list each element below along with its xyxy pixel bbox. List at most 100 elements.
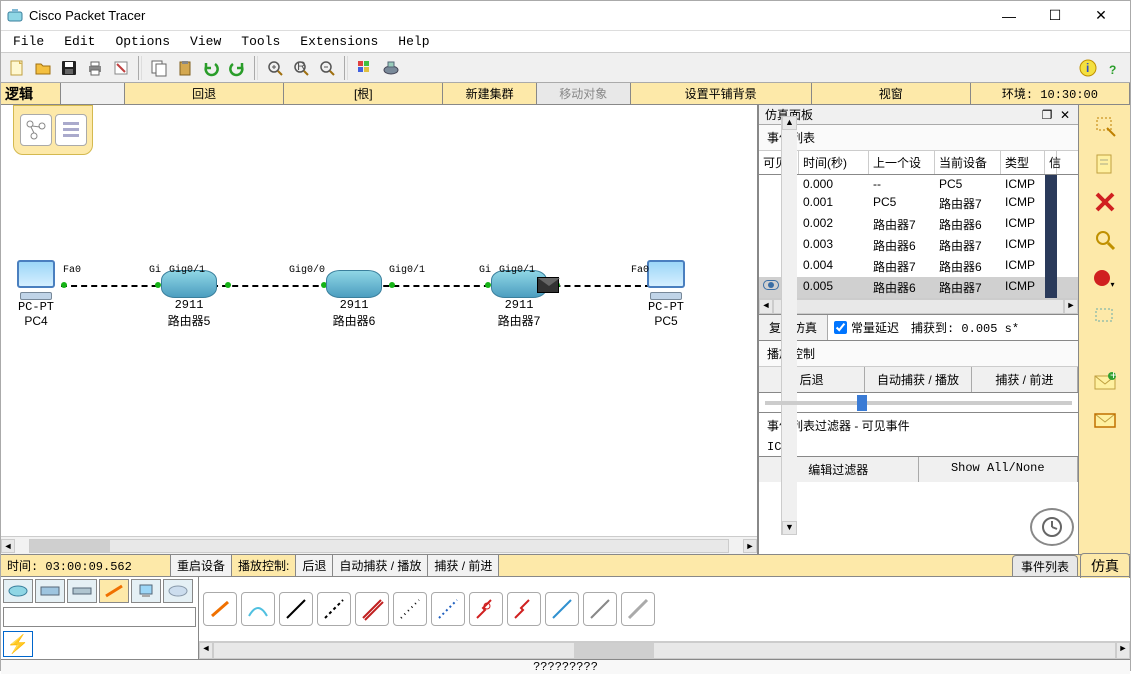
conn-iot-icon[interactable] bbox=[583, 592, 617, 626]
menu-view[interactable]: View bbox=[182, 32, 229, 51]
workspace-canvas[interactable]: PC-PT PC4 Fa0 2911 路由器5 Gi Gig0/1 2911 路… bbox=[1, 105, 757, 536]
resize-tool-icon[interactable]: ▾ bbox=[1087, 263, 1123, 293]
zoom-reset-icon[interactable]: R bbox=[289, 56, 313, 80]
paste-icon[interactable] bbox=[173, 56, 197, 80]
device-palette: ⚡ ◄ ► ????????? bbox=[1, 576, 1130, 670]
add-complex-pdu-icon[interactable] bbox=[1087, 405, 1123, 435]
conn-serial-dte-icon[interactable] bbox=[507, 592, 541, 626]
cat-wan-icon[interactable] bbox=[163, 579, 193, 603]
menu-help[interactable]: Help bbox=[390, 32, 437, 51]
cat-end-devices-icon[interactable] bbox=[131, 579, 161, 603]
show-all-button[interactable]: Show All/None bbox=[919, 457, 1079, 482]
environment-clock[interactable]: 环境: 10:30:00 bbox=[971, 83, 1130, 104]
conn-fiber-icon[interactable] bbox=[355, 592, 389, 626]
auto-play-button[interactable]: 自动捕获 / 播放 bbox=[865, 367, 971, 392]
menu-extensions[interactable]: Extensions bbox=[292, 32, 386, 51]
minimize-button[interactable]: ― bbox=[986, 1, 1032, 31]
play-back-button[interactable]: 后退 bbox=[759, 367, 865, 392]
save-icon[interactable] bbox=[57, 56, 81, 80]
event-row[interactable]: 0.005路由器6路由器7ICMP bbox=[759, 277, 1078, 298]
logical-navigator[interactable] bbox=[13, 105, 93, 155]
close-button[interactable]: ✕ bbox=[1078, 1, 1124, 31]
menu-tools[interactable]: Tools bbox=[233, 32, 288, 51]
root-button[interactable]: [根] bbox=[284, 83, 443, 104]
viewport-button[interactable]: 视窗 bbox=[812, 83, 971, 104]
logical-tab[interactable]: 逻辑 bbox=[1, 83, 61, 104]
set-bg-button[interactable]: 设置平铺背景 bbox=[631, 83, 812, 104]
conn-phone-icon[interactable] bbox=[393, 592, 427, 626]
move-object-button[interactable]: 移动对象 bbox=[537, 83, 631, 104]
event-list-tab[interactable]: 事件列表 bbox=[1012, 555, 1078, 577]
connection-types bbox=[199, 577, 1130, 641]
copy-icon[interactable] bbox=[147, 56, 171, 80]
const-delay-checkbox[interactable] bbox=[834, 321, 847, 334]
zoom-out-icon[interactable] bbox=[315, 56, 339, 80]
status-capture-button[interactable]: 捕获 / 前进 bbox=[428, 555, 499, 576]
custom-device-icon[interactable] bbox=[379, 56, 403, 80]
info-icon[interactable]: i bbox=[1076, 56, 1100, 80]
status-auto-button[interactable]: 自动捕获 / 播放 bbox=[333, 555, 428, 576]
conn-octal-icon[interactable] bbox=[545, 592, 579, 626]
conn-crossover-icon[interactable] bbox=[317, 592, 351, 626]
cat-routers-icon[interactable] bbox=[3, 579, 33, 603]
new-file-icon[interactable] bbox=[5, 56, 29, 80]
cluster-icon[interactable] bbox=[20, 114, 52, 146]
conn-serial-dce-icon[interactable] bbox=[469, 592, 503, 626]
zoom-in-icon[interactable] bbox=[263, 56, 287, 80]
undock-icon[interactable]: ❐ bbox=[1040, 108, 1054, 122]
nav-icon[interactable] bbox=[55, 114, 87, 146]
open-file-icon[interactable] bbox=[31, 56, 55, 80]
event-row[interactable]: 0.004路由器7路由器6ICMP bbox=[759, 256, 1078, 277]
simulation-tab[interactable]: 仿真 bbox=[1080, 553, 1130, 578]
capture-forward-button[interactable]: 捕获 / 前进 bbox=[972, 367, 1078, 392]
help-icon[interactable]: ? bbox=[1102, 56, 1126, 80]
event-row[interactable]: 0.002路由器7路由器6ICMP bbox=[759, 214, 1078, 235]
conn-auto-icon[interactable] bbox=[203, 592, 237, 626]
menu-file[interactable]: File bbox=[5, 32, 52, 51]
select-tool-icon[interactable] bbox=[1087, 111, 1123, 141]
vertical-scrollbar[interactable]: ▲ ▼ bbox=[781, 116, 797, 535]
menu-edit[interactable]: Edit bbox=[56, 32, 103, 51]
event-row[interactable]: 0.001PC5路由器7ICMP bbox=[759, 193, 1078, 214]
new-cluster-button[interactable]: 新建集群 bbox=[443, 83, 537, 104]
horizontal-scrollbar[interactable]: ◄► bbox=[1, 536, 757, 554]
menu-options[interactable]: Options bbox=[107, 32, 178, 51]
conn-usb-icon[interactable] bbox=[621, 592, 655, 626]
close-panel-icon[interactable]: ✕ bbox=[1058, 108, 1072, 122]
print-icon[interactable] bbox=[83, 56, 107, 80]
auto-connection-icon[interactable]: ⚡ bbox=[3, 631, 33, 657]
back-button[interactable]: 回退 bbox=[125, 83, 284, 104]
event-row[interactable]: 0.003路由器6路由器7ICMP bbox=[759, 235, 1078, 256]
port-label: Gi bbox=[479, 265, 491, 276]
device-pc4[interactable]: PC-PT PC4 bbox=[11, 260, 61, 328]
status-back-button[interactable]: 后退 bbox=[296, 555, 333, 576]
wizard-icon[interactable] bbox=[109, 56, 133, 80]
port-label: Gig0/1 bbox=[499, 265, 535, 276]
palette-scrollbar[interactable]: ◄ ► bbox=[199, 641, 1130, 659]
play-speed-slider[interactable] bbox=[759, 393, 1078, 413]
palette-icon[interactable] bbox=[353, 56, 377, 80]
cat-switches-icon[interactable] bbox=[35, 579, 65, 603]
device-search-input[interactable] bbox=[3, 607, 196, 627]
device-router6[interactable]: 2911 路由器6 bbox=[326, 270, 382, 329]
cat-hubs-icon[interactable] bbox=[67, 579, 97, 603]
cat-connections-icon[interactable] bbox=[99, 579, 129, 603]
note-tool-icon[interactable] bbox=[1087, 149, 1123, 179]
port-label: Fa0 bbox=[631, 265, 649, 276]
event-row[interactable]: 0.000--PC5ICMP bbox=[759, 175, 1078, 193]
simulation-tab-handle[interactable] bbox=[1024, 508, 1078, 554]
simulation-panel: 仿真面板 ❐ ✕ 事件列表 可见. 时间(秒) 上一个设 当前设备 类型 信 0… bbox=[758, 105, 1078, 554]
inspect-tool-icon[interactable] bbox=[1087, 225, 1123, 255]
event-h-scrollbar[interactable]: ◄ ► bbox=[759, 298, 1078, 314]
device-router5[interactable]: 2911 路由器5 bbox=[161, 270, 217, 329]
conn-console-icon[interactable] bbox=[241, 592, 275, 626]
add-simple-pdu-icon[interactable]: + bbox=[1087, 367, 1123, 397]
restart-devices-button[interactable]: 重启设备 bbox=[171, 555, 232, 576]
conn-straight-icon[interactable] bbox=[279, 592, 313, 626]
undo-icon[interactable] bbox=[199, 56, 223, 80]
draw-tool-icon[interactable] bbox=[1087, 301, 1123, 331]
conn-coaxial-icon[interactable] bbox=[431, 592, 465, 626]
redo-icon[interactable] bbox=[225, 56, 249, 80]
delete-tool-icon[interactable] bbox=[1087, 187, 1123, 217]
maximize-button[interactable]: ☐ bbox=[1032, 1, 1078, 31]
